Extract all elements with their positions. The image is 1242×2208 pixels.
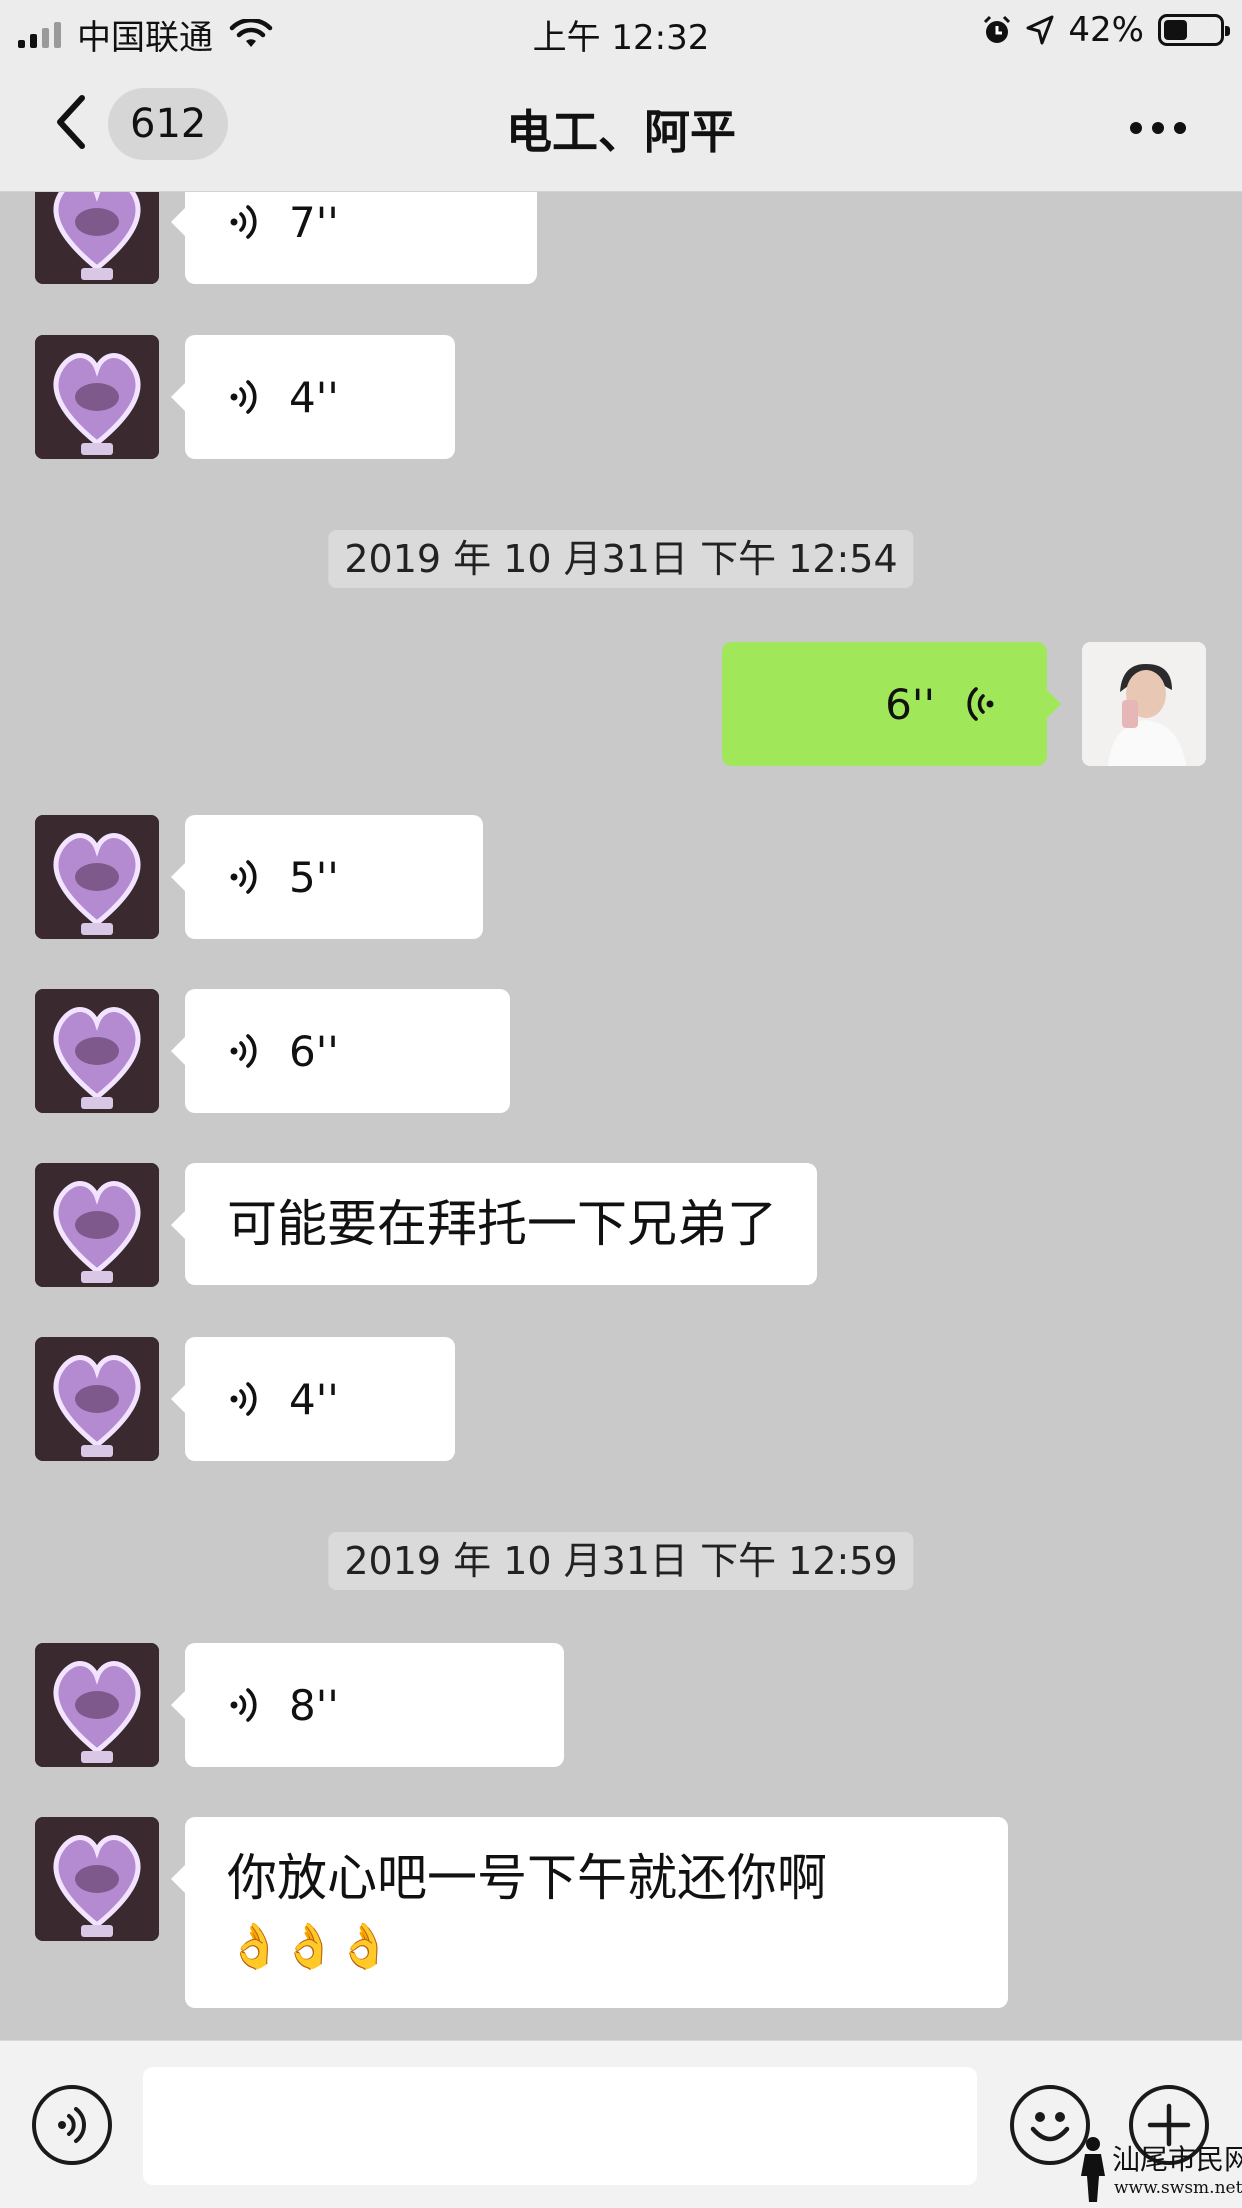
contact-avatar[interactable] [35,1643,159,1767]
my-avatar[interactable] [1082,642,1206,766]
contact-avatar[interactable] [35,815,159,939]
message-text: 可能要在拜托一下兄弟了 [227,1195,777,1253]
text-message-bubble[interactable]: 你放心吧一号下午就还你啊 👌👌👌 [171,1817,1008,2008]
voice-duration: 5'' [289,852,339,902]
voice-play-icon [230,205,257,239]
voice-duration: 7'' [289,197,339,247]
voice-play-icon [230,1382,257,1416]
voice-message-bubble[interactable]: 6'' [171,989,510,1113]
text-message-bubble[interactable]: 可能要在拜托一下兄弟了 [171,1163,817,1285]
voice-message-bubble[interactable]: 4'' [171,335,455,459]
timestamp: 2019 年 10 月31日 下午 12:59 [328,1532,914,1590]
contact-avatar[interactable] [35,1817,159,1941]
voice-message-bubble[interactable]: 6'' [722,642,1061,766]
watermark-url: www.swsm.net [1114,2178,1242,2198]
timestamp: 2019 年 10 月31日 下午 12:54 [328,530,914,588]
voice-message-bubble[interactable]: 4'' [171,1337,455,1461]
voice-duration: 6'' [289,1026,339,1076]
contact-avatar[interactable] [35,1163,159,1287]
voice-play-icon [967,687,994,721]
voice-play-icon [230,380,257,414]
voice-toggle-icon[interactable] [32,2085,112,2165]
watermark: 汕尾市民网 www.swsm.net [1070,2134,1242,2208]
message-text: 你放心吧一号下午就还你啊 [227,1849,827,1907]
message-list[interactable]: 7'' 4'' 2019 年 10 月31日 下午 12:54 6'' 5'' 6'' 可能… [0,0,1242,2040]
voice-play-icon [230,860,257,894]
more-options-icon[interactable] [1130,122,1186,134]
contact-avatar[interactable] [35,989,159,1113]
voice-message-bubble[interactable]: 5'' [171,815,483,939]
voice-message-bubble[interactable]: 8'' [171,1643,564,1767]
voice-duration: 8'' [289,1680,339,1730]
chat-title: 电工、阿平 [506,105,736,159]
nav-bar: 612 电工、阿平 [0,58,1242,192]
message-input[interactable] [143,2067,977,2185]
watermark-figure-icon [1081,2137,1105,2202]
voice-play-icon [230,1688,257,1722]
voice-duration: 6'' [885,679,935,729]
voice-duration: 4'' [289,372,339,422]
voice-play-icon [230,1034,257,1068]
contact-avatar[interactable] [35,1337,159,1461]
ok-hand-emoji-icon: 👌👌👌 [227,1921,392,1972]
contact-avatar[interactable] [35,335,159,459]
input-bar [0,2040,1242,2208]
voice-duration: 4'' [289,1374,339,1424]
watermark-text: 汕尾市民网 [1112,2143,1242,2176]
